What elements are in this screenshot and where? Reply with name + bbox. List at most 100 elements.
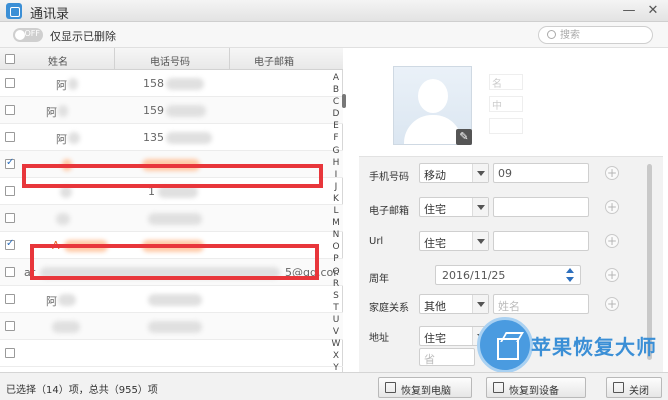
table-row[interactable] [0, 205, 343, 232]
alphabet-letter[interactable]: L [330, 205, 342, 217]
show-deleted-toggle[interactable]: OFF [13, 28, 43, 42]
table-row[interactable] [0, 313, 343, 340]
alphabet-letter[interactable]: X [330, 350, 342, 362]
selection-highlight-box [22, 164, 323, 188]
contact-phone: 159 [143, 104, 164, 117]
alphabet-letter[interactable]: J [330, 181, 342, 193]
row-checkbox[interactable] [5, 294, 15, 304]
row-checkbox[interactable] [5, 105, 15, 115]
alphabet-letter[interactable]: K [330, 193, 342, 205]
middle-name-field[interactable]: 中 [489, 96, 523, 112]
minimize-button[interactable]: — [620, 2, 638, 20]
alphabet-letter[interactable]: S [330, 290, 342, 302]
alphabet-letter[interactable]: A [330, 72, 342, 84]
contact-name: 阿 [46, 106, 57, 119]
alphabet-letter[interactable]: I [330, 169, 342, 181]
input-placeholder: 省 [424, 353, 435, 366]
exit-icon [613, 382, 624, 393]
add-url-icon[interactable]: + [605, 234, 619, 248]
alphabet-letter[interactable]: R [330, 278, 342, 290]
address-province-input[interactable]: 省 [419, 348, 475, 366]
mobile-number-input[interactable]: 09 [493, 163, 589, 183]
row-checkbox[interactable] [5, 238, 15, 250]
add-anniversary-icon[interactable]: + [605, 268, 619, 282]
input-value: 2016/11/25 [442, 269, 506, 282]
field-label-url: Url [369, 236, 384, 247]
list-scrollbar[interactable] [342, 94, 346, 108]
alphabet-letter[interactable]: O [330, 241, 342, 253]
alphabet-letter[interactable]: F [330, 132, 342, 144]
close-window-button[interactable]: ✕ [644, 2, 662, 20]
row-checkbox[interactable] [5, 186, 15, 196]
search-box[interactable] [538, 26, 653, 44]
restore-to-device-button[interactable]: 恢复到设备 [486, 377, 586, 398]
avatar-placeholder-head [418, 79, 448, 113]
redacted-text [68, 78, 78, 90]
table-row[interactable]: 阿 135 [0, 124, 343, 151]
status-bar: 已选择（14）项，总共（955）项 恢复到电脑 恢复到设备 关闭 [0, 372, 668, 400]
column-header-phone[interactable]: 电话号码 [150, 53, 190, 68]
alphabet-letter[interactable]: Q [330, 266, 342, 278]
show-deleted-label: 仅显示已删除 [50, 30, 116, 43]
alphabet-letter[interactable]: U [330, 314, 342, 326]
search-input[interactable] [560, 28, 648, 42]
select-all-checkbox[interactable] [5, 54, 15, 64]
column-header-name[interactable]: 姓名 [48, 53, 68, 68]
column-divider [229, 48, 230, 70]
url-type-dropdown[interactable]: 住宅 [419, 231, 489, 251]
restore-to-pc-button[interactable]: 恢复到电脑 [378, 377, 472, 398]
table-row[interactable]: 阿 159 [0, 97, 343, 124]
alphabet-letter[interactable]: H [330, 157, 342, 169]
avatar-placeholder-body [404, 115, 462, 144]
alphabet-letter[interactable]: C [330, 96, 342, 108]
dropdown-value: 移动 [424, 169, 446, 182]
url-input[interactable] [493, 231, 589, 251]
row-checkbox[interactable] [5, 78, 15, 88]
column-header-email[interactable]: 电子邮箱 [254, 53, 294, 68]
alphabet-letter[interactable]: E [330, 120, 342, 132]
edit-photo-icon[interactable]: ✎ [456, 129, 472, 145]
email-input[interactable] [493, 197, 589, 217]
row-checkbox[interactable] [5, 267, 15, 277]
alphabet-index: ABCDEFGHIJKLMNOPQRSTUVWXYZ# [330, 72, 342, 399]
alphabet-letter[interactable]: N [330, 229, 342, 241]
alphabet-letter[interactable]: D [330, 108, 342, 120]
alphabet-letter[interactable]: T [330, 302, 342, 314]
row-checkbox[interactable] [5, 348, 15, 358]
row-checkbox[interactable] [5, 213, 15, 223]
anniversary-date-input[interactable]: 2016/11/25 [435, 265, 581, 285]
table-row[interactable]: 阿 158 [0, 70, 343, 97]
date-spinner[interactable] [566, 268, 576, 284]
last-name-field[interactable] [489, 118, 523, 134]
alphabet-letter[interactable]: G [330, 145, 342, 157]
table-row[interactable]: 阿 [0, 286, 343, 313]
alphabet-letter[interactable]: M [330, 217, 342, 229]
chevron-down-icon[interactable] [566, 277, 574, 282]
alphabet-letter[interactable]: B [330, 84, 342, 96]
column-divider [114, 48, 115, 70]
redacted-text [166, 78, 204, 90]
chevron-up-icon[interactable] [566, 268, 574, 273]
logo-icon [477, 317, 533, 373]
alphabet-letter[interactable]: P [330, 253, 342, 265]
toggle-state-label: OFF [24, 29, 41, 38]
redacted-text [56, 213, 70, 225]
table-row[interactable] [0, 340, 343, 367]
row-checkbox[interactable] [5, 132, 15, 142]
mobile-type-dropdown[interactable]: 移动 [419, 163, 489, 183]
add-email-icon[interactable]: + [605, 200, 619, 214]
redacted-text [68, 132, 80, 144]
add-relation-icon[interactable]: + [605, 297, 619, 311]
alphabet-letter[interactable]: V [330, 326, 342, 338]
app-icon [6, 3, 22, 19]
first-name-field[interactable]: 名 [489, 74, 523, 90]
close-button[interactable]: 关闭 [606, 377, 662, 398]
add-mobile-icon[interactable]: + [605, 166, 619, 180]
row-checkbox[interactable] [5, 321, 15, 331]
phone-icon [493, 382, 504, 393]
row-checkbox[interactable] [5, 157, 15, 169]
redacted-text [148, 213, 202, 225]
email-type-dropdown[interactable]: 住宅 [419, 197, 489, 217]
redacted-text [148, 321, 202, 333]
alphabet-letter[interactable]: W [330, 338, 342, 350]
